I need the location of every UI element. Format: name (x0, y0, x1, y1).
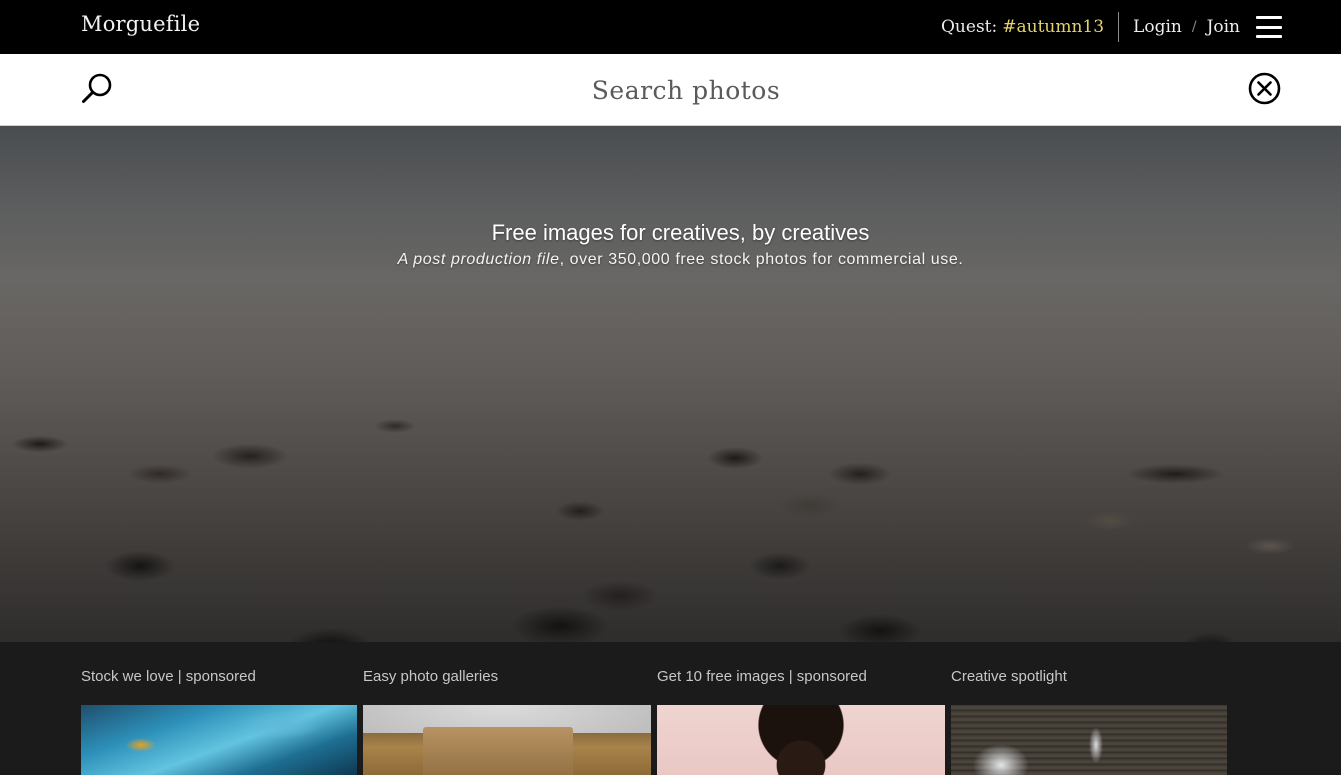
hero-subtitle: A post production file, over 350,000 fre… (0, 251, 1341, 269)
menu-bar (1256, 25, 1282, 29)
hero-subtitle-emphasis: A post production file (397, 251, 560, 268)
card-title[interactable]: Easy photo galleries (363, 668, 498, 685)
card-thumbnail[interactable] (363, 705, 651, 775)
hamburger-menu-icon[interactable] (1256, 16, 1282, 38)
nav-divider (1118, 12, 1120, 42)
card-title[interactable]: Creative spotlight (951, 668, 1067, 685)
menu-bar (1256, 16, 1282, 19)
login-link[interactable]: Login (1133, 17, 1182, 37)
featured-section: Stock we love | sponsored Easy photo gal… (0, 642, 1341, 775)
search-bar (0, 54, 1341, 126)
quest-link[interactable]: Quest: #autumn13 (941, 17, 1104, 37)
hero-title: Free images for creatives, by creatives (491, 220, 870, 245)
join-link[interactable]: Join (1207, 17, 1240, 37)
close-circle-icon[interactable] (1248, 72, 1281, 105)
card-thumbnail[interactable] (657, 705, 945, 775)
card-title[interactable]: Get 10 free images | sponsored (657, 668, 867, 685)
top-navigation-bar: Morguefile Quest: #autumn13 Login / Join (0, 0, 1341, 54)
search-icon[interactable] (81, 72, 115, 106)
quest-label: Quest: (941, 17, 998, 37)
quest-tag[interactable]: #autumn13 (1002, 17, 1104, 37)
top-right-nav: Quest: #autumn13 Login / Join (941, 0, 1282, 54)
hero-banner: Free images for creatives, by creatives … (0, 126, 1341, 642)
brand-logo-link[interactable]: Morguefile (81, 12, 200, 36)
card-title[interactable]: Stock we love | sponsored (81, 668, 256, 685)
card-thumbnail[interactable] (951, 705, 1227, 775)
hero-subtitle-text: , over 350,000 free stock photos for com… (559, 251, 964, 268)
menu-bar (1256, 35, 1282, 38)
search-input[interactable] (160, 68, 1212, 112)
card-thumbnail[interactable] (81, 705, 357, 775)
login-join-separator: / (1191, 19, 1197, 35)
